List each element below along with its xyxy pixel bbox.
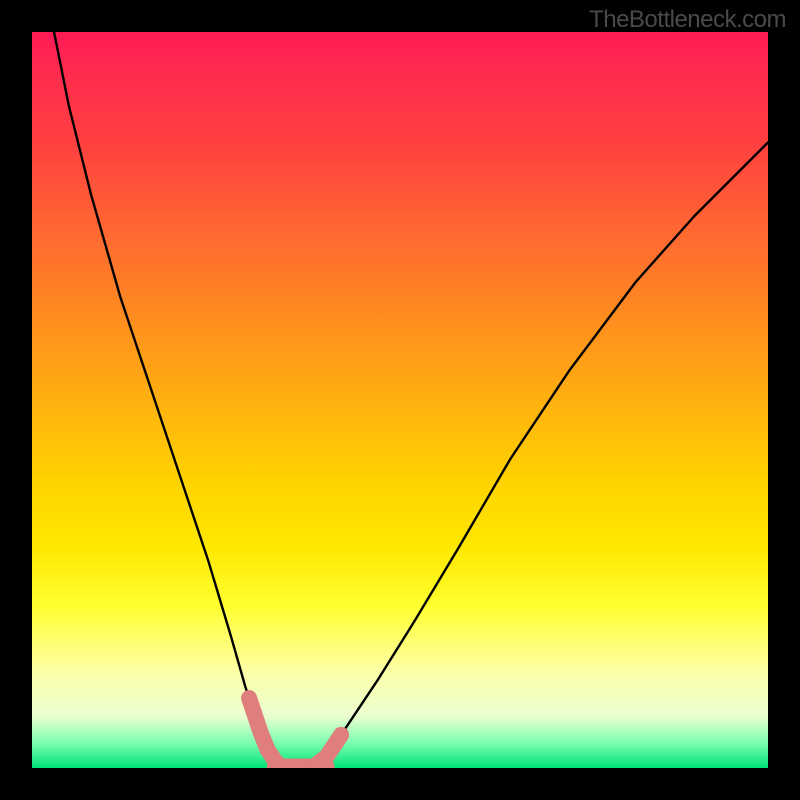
chart-svg	[32, 32, 768, 768]
attribution-text: TheBottleneck.com	[589, 6, 786, 34]
highlight-overlay	[249, 698, 341, 768]
curve-left-branch	[54, 32, 282, 768]
curve-right-branch	[312, 142, 768, 768]
chart-plot-area	[32, 32, 768, 768]
